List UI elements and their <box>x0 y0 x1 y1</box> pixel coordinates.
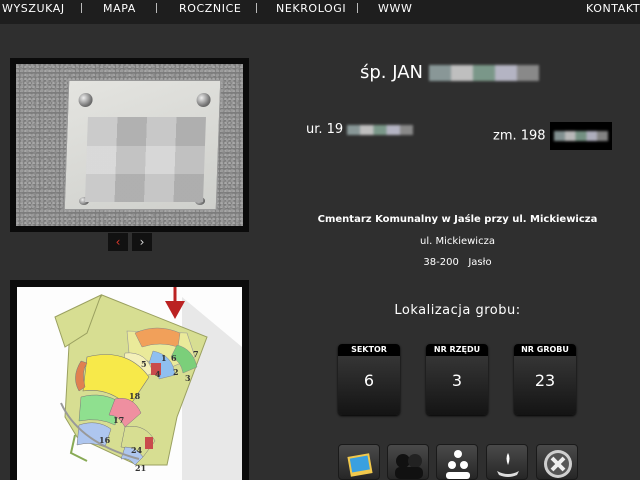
map-section-label: 24 <box>131 445 143 455</box>
cemetery-map[interactable]: 1 2 3 4 5 6 7 18 17 16 24 21 <box>17 287 242 480</box>
nav-mapa[interactable]: MAPA <box>103 2 136 15</box>
map-section-label: 1 <box>161 353 167 363</box>
cemetery-city: 38-200 Jasło <box>423 257 492 268</box>
cemetery-map-frame: 1 2 3 4 5 6 7 18 17 16 24 21 <box>10 280 249 480</box>
cemetery-map-image <box>54 287 242 480</box>
map-section-label: 17 <box>113 415 125 425</box>
cemetery-street: ul. Mickiewicza <box>420 236 495 247</box>
close-icon <box>544 450 572 478</box>
people-icon <box>395 454 423 479</box>
nav-kontakt[interactable]: KONTAKT <box>586 2 640 15</box>
grave-number-value: 23 <box>534 371 556 390</box>
nav-separator <box>156 3 157 13</box>
grave-plaque <box>63 80 222 210</box>
photo-button[interactable] <box>338 444 380 480</box>
death-date-text: zm. 198 <box>493 128 546 144</box>
close-button[interactable] <box>536 444 578 480</box>
map-section-label: 16 <box>99 435 111 445</box>
grave-number-label: NR GROBU <box>514 344 576 356</box>
blurred-birth-date <box>347 124 414 135</box>
bolt-icon <box>78 93 93 107</box>
map-section-label: 5 <box>141 359 147 369</box>
birth-date: ur. 19 <box>306 122 414 137</box>
sector-value: 6 <box>363 371 375 390</box>
blurred-inscription <box>85 117 206 202</box>
map-section-label: 6 <box>171 353 177 363</box>
grave-photo-frame <box>10 58 249 232</box>
photo-icon <box>347 453 373 477</box>
row-label: NR RZĘDU <box>426 344 488 356</box>
sector-box: SEKTOR 6 <box>338 344 400 415</box>
map-section-label: 18 <box>129 391 141 401</box>
cemetery-name: Cmentarz Komunalny w Jaśle przy ul. Mick… <box>317 214 598 225</box>
photo-prev-button[interactable]: ‹ <box>108 233 128 251</box>
grave-photo[interactable] <box>16 64 243 226</box>
deceased-name-text: śp. JAN <box>360 62 424 83</box>
nav-nekrologi[interactable]: NEKROLOGI <box>276 2 346 15</box>
family-button[interactable] <box>436 444 478 480</box>
grave-number-box: NR GROBU 23 <box>514 344 576 415</box>
candle-button[interactable] <box>486 444 528 480</box>
map-section-label: 21 <box>135 463 147 473</box>
nav-separator <box>256 3 257 13</box>
nav-separator <box>81 3 82 13</box>
map-section-label: 2 <box>173 367 179 377</box>
people-button[interactable] <box>387 444 429 480</box>
sector-label: SEKTOR <box>338 344 400 356</box>
row-box: NR RZĘDU 3 <box>426 344 488 415</box>
birth-date-text: ur. 19 <box>306 122 344 137</box>
nav-rocznice[interactable]: ROCZNICE <box>179 2 241 15</box>
map-section-label: 3 <box>185 373 191 383</box>
deceased-name: śp. JAN <box>360 62 539 83</box>
photo-next-button[interactable]: › <box>132 233 152 251</box>
blurred-surname <box>428 65 539 81</box>
candle-icon <box>497 453 519 477</box>
nav-www[interactable]: WWW <box>378 2 412 15</box>
death-date: zm. 198 <box>493 122 612 150</box>
map-section-label: 4 <box>155 369 161 379</box>
row-value: 3 <box>451 371 463 390</box>
family-icon <box>446 450 470 479</box>
grave-location-title: Lokalizacja grobu: <box>394 303 521 318</box>
blurred-death-date <box>549 122 612 150</box>
nav-separator <box>357 3 358 13</box>
nav-wyszukaj[interactable]: WYSZUKAJ <box>2 2 65 15</box>
map-section-label: 7 <box>193 349 199 359</box>
top-nav: WYSZUKAJ MAPA ROCZNICE NEKROLOGI WWW KON… <box>0 0 640 24</box>
bolt-icon <box>196 93 211 107</box>
